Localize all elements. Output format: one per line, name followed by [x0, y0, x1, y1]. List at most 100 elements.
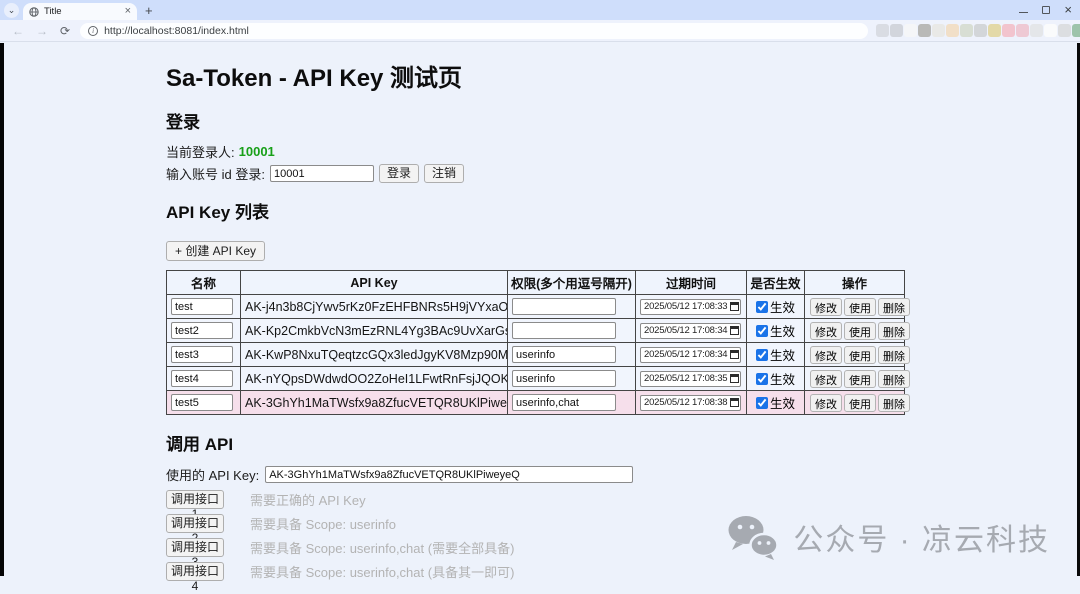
api-call-row: 调用接口 4 需要具备 Scope: userinfo,chat (具备其一即可…	[166, 562, 936, 581]
extension-icon[interactable]	[1072, 24, 1080, 37]
browser-toolbar: ← → ⟳ i http://localhost:8081/index.html	[0, 20, 1080, 42]
name-input[interactable]	[171, 346, 233, 363]
window-maximize-button[interactable]	[1042, 6, 1050, 14]
page-content: Sa-Token - API Key 测试页 登录 当前登录人: 10001 输…	[166, 43, 936, 586]
modify-button[interactable]: 修改	[810, 322, 842, 340]
extension-icon[interactable]	[1016, 24, 1029, 37]
name-input[interactable]	[171, 394, 233, 411]
watermark: 公众号 · 凉云科技	[725, 514, 1050, 560]
modify-button[interactable]: 修改	[810, 298, 842, 316]
table-row: AK-nYQpsDWdwdOO2ZoHeI1LFwtRnFsjJQOKFk3V …	[167, 367, 905, 391]
login-button[interactable]: 登录	[379, 164, 419, 183]
window-close-button[interactable]: ×	[1064, 3, 1072, 16]
extension-icon[interactable]	[988, 24, 1001, 37]
call-api-button[interactable]: 调用接口 1	[166, 490, 224, 509]
calendar-icon[interactable]	[730, 302, 739, 311]
active-checkbox[interactable]	[756, 349, 768, 361]
address-bar[interactable]: i http://localhost:8081/index.html	[80, 23, 868, 39]
account-id-input[interactable]	[270, 165, 374, 182]
extension-icon[interactable]	[876, 24, 889, 37]
api-key-cell: AK-Kp2CmkbVcN3mEzRNL4Yg3BAc9UvXarGsZkF3	[241, 319, 508, 343]
use-button[interactable]: 使用	[844, 394, 876, 412]
delete-button[interactable]: 删除	[878, 394, 910, 412]
call-api-button[interactable]: 调用接口 2	[166, 514, 224, 533]
scope-input[interactable]	[512, 322, 616, 339]
delete-button[interactable]: 删除	[878, 370, 910, 388]
name-input[interactable]	[171, 322, 233, 339]
url-text: http://localhost:8081/index.html	[104, 25, 249, 37]
use-button[interactable]: 使用	[844, 346, 876, 364]
logout-button[interactable]: 注销	[424, 164, 464, 183]
delete-button[interactable]: 删除	[878, 298, 910, 316]
use-button[interactable]: 使用	[844, 298, 876, 316]
name-input[interactable]	[171, 370, 233, 387]
active-checkbox[interactable]	[756, 325, 768, 337]
table-row: AK-3GhYh1MaTWsfx9a8ZfucVETQR8UKlPiweyeQ …	[167, 391, 905, 415]
name-input[interactable]	[171, 298, 233, 315]
active-label: 生效	[770, 345, 795, 364]
use-button[interactable]: 使用	[844, 370, 876, 388]
wechat-icon	[725, 514, 779, 560]
tab-search-button[interactable]: ⌄	[4, 3, 19, 18]
api-call-row: 调用接口 1 需要正确的 API Key	[166, 490, 936, 509]
back-icon[interactable]: ←	[12, 24, 24, 38]
scope-input[interactable]	[512, 346, 616, 363]
delete-button[interactable]: 删除	[878, 346, 910, 364]
site-info-icon[interactable]: i	[88, 26, 98, 36]
calendar-icon[interactable]	[730, 350, 739, 359]
scope-input[interactable]	[512, 298, 616, 315]
left-edge-strip	[0, 43, 4, 576]
expire-datetime-input[interactable]: 2025/05/12 17:08:34	[640, 347, 741, 363]
extension-icon[interactable]	[890, 24, 903, 37]
expire-value: 2025/05/12 17:08:34	[644, 349, 727, 360]
extension-icon[interactable]	[1030, 24, 1043, 37]
refresh-icon[interactable]: ⟳	[60, 24, 70, 38]
table-row: AK-Kp2CmkbVcN3mEzRNL4Yg3BAc9UvXarGsZkF3 …	[167, 319, 905, 343]
modify-button[interactable]: 修改	[810, 394, 842, 412]
window-minimize-button[interactable]	[1019, 12, 1028, 14]
extension-icon[interactable]	[974, 24, 987, 37]
extension-icon[interactable]	[1044, 24, 1057, 37]
active-checkbox[interactable]	[756, 301, 768, 313]
calendar-icon[interactable]	[730, 326, 739, 335]
tab-close-icon[interactable]: ×	[125, 6, 131, 17]
current-user-label: 当前登录人:	[166, 142, 235, 161]
extension-icon[interactable]	[960, 24, 973, 37]
login-input-label: 输入账号 id 登录:	[166, 164, 265, 183]
active-checkbox[interactable]	[756, 397, 768, 409]
call-api-button[interactable]: 调用接口 3	[166, 538, 224, 557]
calendar-icon[interactable]	[730, 374, 739, 383]
use-button[interactable]: 使用	[844, 322, 876, 340]
extension-icon[interactable]	[904, 24, 917, 37]
call-api-button[interactable]: 调用接口 4	[166, 562, 224, 581]
scope-input[interactable]	[512, 394, 616, 411]
expire-datetime-input[interactable]: 2025/05/12 17:08:35	[640, 371, 741, 387]
extension-icon[interactable]	[1002, 24, 1015, 37]
expire-value: 2025/05/12 17:08:34	[644, 325, 727, 336]
modify-button[interactable]: 修改	[810, 370, 842, 388]
page-title: Sa-Token - API Key 测试页	[166, 58, 936, 93]
expire-value: 2025/05/12 17:08:35	[644, 373, 727, 384]
calendar-icon[interactable]	[730, 398, 739, 407]
api-key-cell: AK-j4n3b8CjYwv5rKz0FzEHFBNRs5H9jVYxaOUF	[241, 295, 508, 319]
delete-button[interactable]: 删除	[878, 322, 910, 340]
col-header-actions: 操作	[805, 271, 905, 295]
expire-datetime-input[interactable]: 2025/05/12 17:08:34	[640, 323, 741, 339]
modify-button[interactable]: 修改	[810, 346, 842, 364]
current-user-value: 10001	[239, 144, 275, 159]
active-checkbox[interactable]	[756, 373, 768, 385]
use-apikey-input[interactable]	[265, 466, 633, 483]
create-apikey-button[interactable]: + 创建 API Key	[166, 241, 265, 261]
scope-input[interactable]	[512, 370, 616, 387]
new-tab-button[interactable]: +	[145, 3, 153, 18]
browser-tab[interactable]: Title ×	[23, 3, 137, 20]
extension-icon[interactable]	[1058, 24, 1071, 37]
api-call-description: 需要具备 Scope: userinfo,chat (具备其一即可)	[250, 562, 514, 581]
extension-icon[interactable]	[932, 24, 945, 37]
extension-icon[interactable]	[918, 24, 931, 37]
expire-datetime-input[interactable]: 2025/05/12 17:08:38	[640, 395, 741, 411]
forward-icon[interactable]: →	[36, 24, 48, 38]
extension-icon[interactable]	[946, 24, 959, 37]
table-row: AK-KwP8NxuTQeqtzcGQx3ledJgyKV8Mzp90MZGE …	[167, 343, 905, 367]
expire-datetime-input[interactable]: 2025/05/12 17:08:33	[640, 299, 741, 315]
